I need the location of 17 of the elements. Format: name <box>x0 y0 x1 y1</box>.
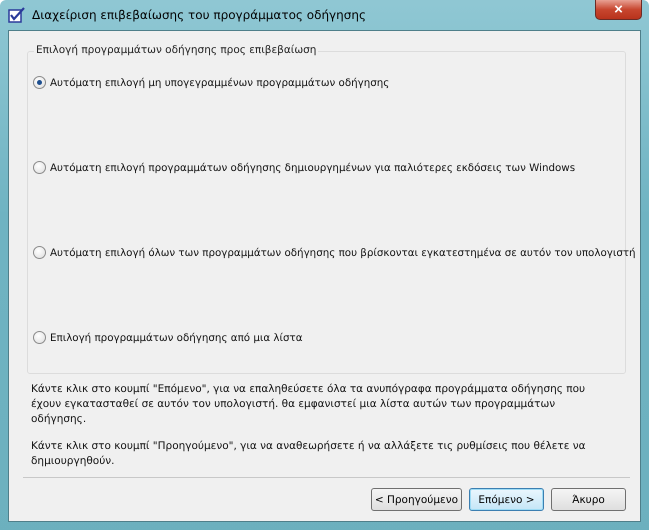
group-title: Επιλογή προγραμμάτων οδήγησης προς επιβεβαίωση <box>34 44 318 56</box>
instruction-text: Κάντε κλικ στο κουμπί "Προηγούμενο", για να αναθεωρήσετε ή να αλλάξετε τις ρυθμίσεις που θέλετε να δημιουργηθούν. <box>31 439 587 469</box>
cancel-button[interactable]: Άκυρο <box>551 488 626 511</box>
radio-button[interactable] <box>33 331 46 344</box>
close-button[interactable]: × <box>595 0 642 20</box>
radio-button[interactable] <box>33 76 46 89</box>
option-label[interactable]: Αυτόματη επιλογή όλων των προγραμμάτων οδήγησης που βρίσκονται εγκατεστημένα σε αυτόν τον υπολογιστή <box>50 246 636 258</box>
radio-button[interactable] <box>33 246 46 259</box>
option-label[interactable]: Αυτόματη επιλογή προγραμμάτων οδήγησης δημιουργημένων για παλιότερες εκδόσεις των Windows <box>50 162 576 174</box>
option-label[interactable]: Αυτόματη επιλογή μη υπογεγραμμένων προγραμμάτων οδήγησης <box>50 76 390 88</box>
instruction-text: Κάντε κλικ στο κουμπί "Επόμενο", για να επαληθεύσετε όλα τα ανυπόγραφα προγράμματα οδήγησης που έχουν εγκατασταθεί σε αυτόν τον υπολογιστή. θα εμφανιστεί μια λίστα αυτών των προγραμμάτων οδήγησης. <box>31 382 586 427</box>
radio-button[interactable] <box>33 161 46 174</box>
next-button[interactable]: Επόμενο > <box>469 488 544 511</box>
back-button[interactable]: < Προηγούμενο <box>370 488 462 511</box>
option-label[interactable]: Επιλογή προγραμμάτων οδήγησης από μια λίστα <box>50 332 303 344</box>
window-title: Διαχείριση επιβεβαίωσης του προγράμματος οδήγησης <box>32 8 366 22</box>
checklist-icon <box>8 7 26 23</box>
